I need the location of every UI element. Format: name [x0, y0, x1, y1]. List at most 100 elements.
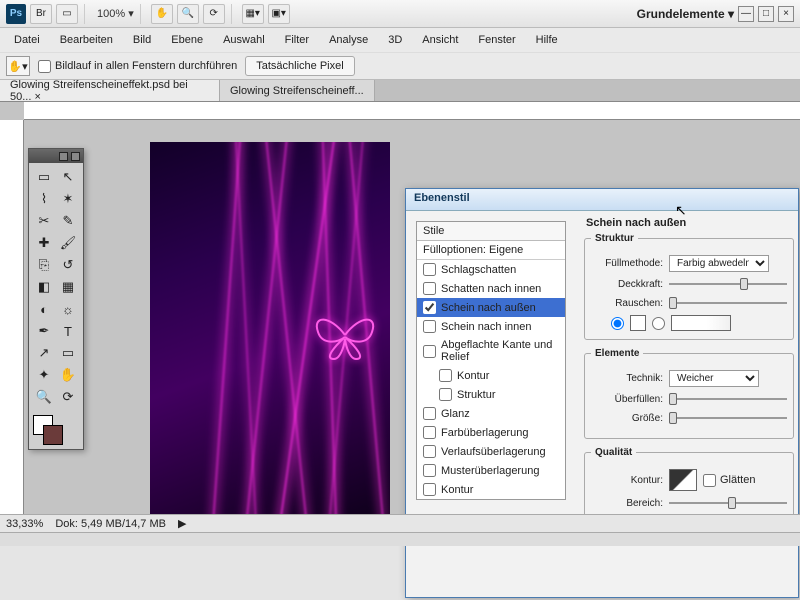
- rotate-button[interactable]: ⟳: [203, 4, 225, 24]
- zoom-tool[interactable]: 🔍: [32, 386, 56, 408]
- pen-tool[interactable]: ✒: [32, 320, 56, 342]
- eraser-tool[interactable]: ◧: [32, 276, 56, 298]
- toolbox-collapse-icon[interactable]: [59, 152, 68, 161]
- dodge-tool[interactable]: ☼: [56, 298, 80, 320]
- menu-fenster[interactable]: Fenster: [468, 30, 525, 50]
- zoom-level[interactable]: 100% ▾: [97, 7, 134, 20]
- menu-ansicht[interactable]: Ansicht: [412, 30, 468, 50]
- style-item[interactable]: Schlagschatten: [417, 260, 565, 279]
- menu-bild[interactable]: Bild: [123, 30, 161, 50]
- antialias-checkbox[interactable]: Glätten: [703, 474, 775, 487]
- minimize-button[interactable]: —: [738, 6, 754, 22]
- style-checkbox[interactable]: [423, 345, 436, 358]
- quick-select-tool[interactable]: ✶: [56, 188, 80, 210]
- style-item[interactable]: Kontur: [417, 480, 565, 499]
- style-checkbox[interactable]: [423, 301, 436, 314]
- history-brush-tool[interactable]: ↺: [56, 254, 80, 276]
- gradient-radio[interactable]: [652, 317, 665, 330]
- 3d-tool[interactable]: ✦: [32, 364, 56, 386]
- close-button[interactable]: ×: [778, 6, 794, 22]
- path-select-tool[interactable]: ↗: [32, 342, 56, 364]
- style-checkbox[interactable]: [423, 320, 436, 333]
- menu-datei[interactable]: Datei: [4, 30, 50, 50]
- move-tool[interactable]: ↖: [56, 166, 80, 188]
- type-tool[interactable]: T: [56, 320, 80, 342]
- toolbox-close-icon[interactable]: [71, 152, 80, 161]
- style-checkbox[interactable]: [423, 263, 436, 276]
- canvas[interactable]: [150, 142, 390, 522]
- gradient-tool[interactable]: ▦: [56, 276, 80, 298]
- eyedropper-tool[interactable]: ✎: [56, 210, 80, 232]
- style-checkbox[interactable]: [439, 369, 452, 382]
- scroll-all-windows-checkbox[interactable]: Bildlauf in allen Fenstern durchführen: [38, 60, 237, 73]
- style-item[interactable]: Schein nach außen: [417, 298, 565, 317]
- menu-hilfe[interactable]: Hilfe: [526, 30, 568, 50]
- spread-label: Überfüllen:: [591, 394, 663, 405]
- style-item[interactable]: Struktur: [417, 385, 565, 404]
- menu-ebene[interactable]: Ebene: [161, 30, 213, 50]
- noise-slider[interactable]: [669, 296, 787, 310]
- brush-tool[interactable]: 🖌: [56, 232, 80, 254]
- style-item[interactable]: Glanz: [417, 404, 565, 423]
- menu-bar: Datei Bearbeiten Bild Ebene Auswahl Filt…: [0, 28, 800, 52]
- document-tab[interactable]: Glowing Streifenscheineffekt.psd bei 50.…: [0, 80, 220, 101]
- style-item[interactable]: Schatten nach innen: [417, 279, 565, 298]
- style-checkbox[interactable]: [423, 282, 436, 295]
- actual-pixels-button[interactable]: Tatsächliche Pixel: [245, 56, 354, 76]
- maximize-button[interactable]: □: [758, 6, 774, 22]
- stamp-tool[interactable]: ⎘: [32, 254, 56, 276]
- style-item[interactable]: Schein nach innen: [417, 317, 565, 336]
- rotate-view-tool[interactable]: ⟳: [56, 386, 80, 408]
- crop-tool[interactable]: ✂: [32, 210, 56, 232]
- lasso-tool[interactable]: ⌇: [32, 188, 56, 210]
- style-checkbox[interactable]: [423, 407, 436, 420]
- style-checkbox[interactable]: [423, 483, 436, 496]
- technique-select[interactable]: Weicher: [669, 370, 759, 387]
- status-arrow-icon[interactable]: ▶: [178, 517, 186, 530]
- range-slider[interactable]: [669, 496, 787, 510]
- arrange-button[interactable]: ▦▾: [242, 4, 264, 24]
- healing-tool[interactable]: ✚: [32, 232, 56, 254]
- screen-mode-button[interactable]: ▭: [56, 4, 78, 24]
- marquee-tool[interactable]: ▭: [32, 166, 56, 188]
- hand-tool[interactable]: ✋: [56, 364, 80, 386]
- size-slider[interactable]: [669, 411, 787, 425]
- background-color[interactable]: [43, 425, 63, 445]
- menu-bearbeiten[interactable]: Bearbeiten: [50, 30, 123, 50]
- menu-filter[interactable]: Filter: [275, 30, 319, 50]
- color-swatches[interactable]: [29, 411, 83, 449]
- style-checkbox[interactable]: [423, 445, 436, 458]
- document-tab[interactable]: Glowing Streifenscheineff...: [220, 80, 375, 101]
- style-item[interactable]: Musterüberlagerung: [417, 461, 565, 480]
- style-item[interactable]: Kontur: [417, 366, 565, 385]
- color-radio[interactable]: [611, 317, 624, 330]
- style-item[interactable]: Abgeflachte Kante und Relief: [417, 336, 565, 366]
- group-legend: Struktur: [591, 233, 638, 244]
- contour-picker[interactable]: [669, 469, 697, 491]
- blur-tool[interactable]: ◐: [32, 298, 56, 320]
- blendmode-select[interactable]: Farbig abwedeln: [669, 255, 769, 272]
- screenmode-button[interactable]: ▣▾: [268, 4, 290, 24]
- style-item[interactable]: Fülloptionen: Eigene: [417, 241, 565, 260]
- opacity-slider[interactable]: [669, 277, 787, 291]
- menu-analyse[interactable]: Analyse: [319, 30, 378, 50]
- menu-3d[interactable]: 3D: [378, 30, 412, 50]
- hand-tool-button[interactable]: ✋: [151, 4, 173, 24]
- style-label: Schlagschatten: [441, 264, 516, 276]
- zoom-tool-button[interactable]: 🔍: [177, 4, 199, 24]
- shape-tool[interactable]: ▭: [56, 342, 80, 364]
- spread-slider[interactable]: [669, 392, 787, 406]
- glow-color-swatch[interactable]: [630, 315, 646, 331]
- style-checkbox[interactable]: [423, 426, 436, 439]
- bridge-button[interactable]: Br: [30, 4, 52, 24]
- style-checkbox[interactable]: [439, 388, 452, 401]
- menu-auswahl[interactable]: Auswahl: [213, 30, 275, 50]
- style-label: Kontur: [441, 484, 473, 496]
- style-item[interactable]: Verlaufsüberlagerung: [417, 442, 565, 461]
- horizontal-scrollbar[interactable]: [0, 532, 800, 546]
- workspace-switcher[interactable]: Grundelemente ▾: [637, 7, 734, 21]
- style-item[interactable]: Farbüberlagerung: [417, 423, 565, 442]
- style-checkbox[interactable]: [423, 464, 436, 477]
- current-tool-icon[interactable]: ✋▾: [6, 56, 30, 76]
- glow-gradient-swatch[interactable]: [671, 315, 731, 331]
